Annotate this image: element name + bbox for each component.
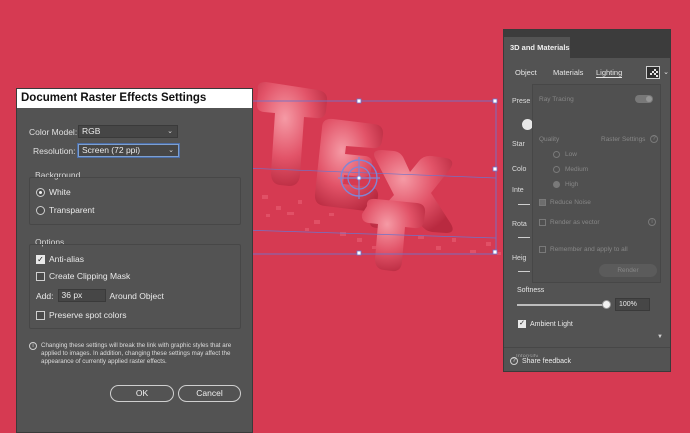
help-icon[interactable]: ? (650, 135, 658, 143)
panel-footer: Intensity ? Share feedback (504, 347, 670, 371)
softness-slider-thumb[interactable] (602, 300, 611, 309)
checkbox-checked[interactable]: ✓ (518, 320, 526, 328)
chevron-down-icon: ⌄ (167, 128, 173, 135)
clipping-mask-label: Create Clipping Mask (49, 271, 131, 281)
quality-high-label: High (565, 181, 579, 188)
text-3d-artwork[interactable] (256, 82, 453, 272)
color-model-row: Color Model: RGB ⌄ (29, 125, 178, 138)
anti-alias-option[interactable]: ✓ Anti-alias (36, 254, 84, 264)
render-button[interactable]: Render (599, 264, 657, 277)
remember-apply-label: Remember and apply to all (550, 246, 628, 253)
preset-label: Prese (512, 98, 531, 105)
background-white-label: White (49, 187, 71, 197)
color-model-label: Color Model: (29, 126, 78, 137)
clipping-mask-option[interactable]: Create Clipping Mask (36, 271, 130, 281)
ok-button[interactable]: OK (110, 385, 174, 402)
render-settings-popover: Ray Tracing Quality Raster Settings ? Lo… (532, 84, 661, 283)
anti-alias-label: Anti-alias (49, 254, 84, 264)
ray-tracing-toggle[interactable] (635, 95, 653, 103)
color-model-value: RGB (82, 126, 101, 136)
background-transparent-label: Transparent (49, 205, 95, 215)
quality-low-radio[interactable] (553, 151, 560, 158)
info-icon[interactable]: i (648, 218, 656, 226)
quality-medium-radio[interactable] (553, 166, 560, 173)
radio-unselected[interactable] (36, 205, 45, 215)
dialog-title: Document Raster Effects Settings (17, 89, 252, 108)
rotation-slider[interactable] (518, 237, 530, 238)
tab-object[interactable]: Object (515, 68, 537, 77)
resolution-row: Resolution: Screen (72 ppi) ⌄ (33, 144, 179, 157)
ambient-light-option[interactable]: ✓ Ambient Light (518, 320, 573, 328)
render-vector-checkbox[interactable] (539, 219, 546, 226)
tab-lighting[interactable]: Lighting (596, 68, 623, 78)
add-px-input[interactable]: 36 px (57, 289, 106, 302)
cancel-button[interactable]: Cancel (178, 385, 241, 402)
resolution-label: Resolution: (33, 145, 76, 156)
softness-slider-track[interactable] (517, 304, 605, 306)
height-label: Heig (512, 255, 527, 262)
render-vector-label: Render as vector (550, 219, 600, 226)
preserve-spot-label: Preserve spot colors (49, 310, 127, 320)
checkbox-unchecked[interactable] (36, 271, 45, 281)
remember-apply-checkbox[interactable] (539, 246, 546, 253)
render-icon[interactable] (646, 66, 660, 79)
quality-label: Quality (539, 136, 560, 143)
radio-selected[interactable] (36, 187, 45, 197)
preserve-spot-option[interactable]: Preserve spot colors (36, 310, 126, 320)
resolution-select[interactable]: Screen (72 ppi) ⌄ (78, 144, 179, 157)
raster-effects-dialog: Document Raster Effects Settings Color M… (16, 88, 253, 433)
ambient-light-label: Ambient Light (530, 320, 573, 328)
add-label: Add: (36, 290, 54, 301)
resolution-value: Screen (72 ppi) (82, 145, 141, 155)
ray-tracing-label: Ray Tracing (539, 96, 574, 103)
tab-materials[interactable]: Materials (553, 68, 583, 77)
chevron-down-icon[interactable]: ⌄ (663, 68, 669, 76)
quality-medium-label: Medium (565, 166, 589, 173)
softness-input[interactable]: 100% (615, 298, 650, 311)
scroll-down-icon[interactable]: ▼ (657, 334, 663, 340)
reduce-noise-checkbox[interactable] (539, 199, 546, 206)
height-slider[interactable] (518, 271, 530, 272)
quality-low-label: Low (565, 151, 577, 158)
panel-tab-3d-materials[interactable]: 3D and Materials (504, 37, 570, 58)
color-label: Colo (512, 166, 527, 173)
checkbox-unchecked[interactable] (36, 310, 45, 320)
background-transparent-option[interactable]: Transparent (36, 205, 95, 215)
star-label: Star (512, 141, 525, 148)
quality-high-radio[interactable] (553, 181, 560, 188)
help-icon: ? (510, 357, 518, 365)
chevron-down-icon: ⌄ (168, 147, 174, 154)
softness-label: Softness (517, 287, 545, 294)
background-group (29, 177, 241, 225)
raster-settings-link[interactable]: Raster Settings (601, 136, 645, 143)
rotation-label: Rota (512, 221, 527, 228)
color-model-select[interactable]: RGB ⌄ (78, 125, 178, 138)
intensity-slider[interactable] (518, 204, 530, 205)
intensity-label: Inte (512, 187, 524, 194)
warning-text: Changing these settings will break the l… (41, 342, 232, 365)
around-object-label: Around Object (109, 290, 164, 301)
info-icon: i (29, 342, 37, 350)
settings-warning-note: i Changing these settings will break the… (29, 342, 249, 366)
reduce-noise-label: Reduce Noise (550, 199, 591, 206)
panel-header: 3D and Materials (504, 30, 670, 58)
add-around-row: Add: 36 px Around Object (36, 289, 164, 302)
share-feedback-label: Share feedback (522, 357, 572, 365)
checkbox-checked[interactable]: ✓ (36, 254, 45, 264)
share-feedback-link[interactable]: ? Share feedback (510, 357, 571, 365)
background-white-option[interactable]: White (36, 187, 71, 197)
